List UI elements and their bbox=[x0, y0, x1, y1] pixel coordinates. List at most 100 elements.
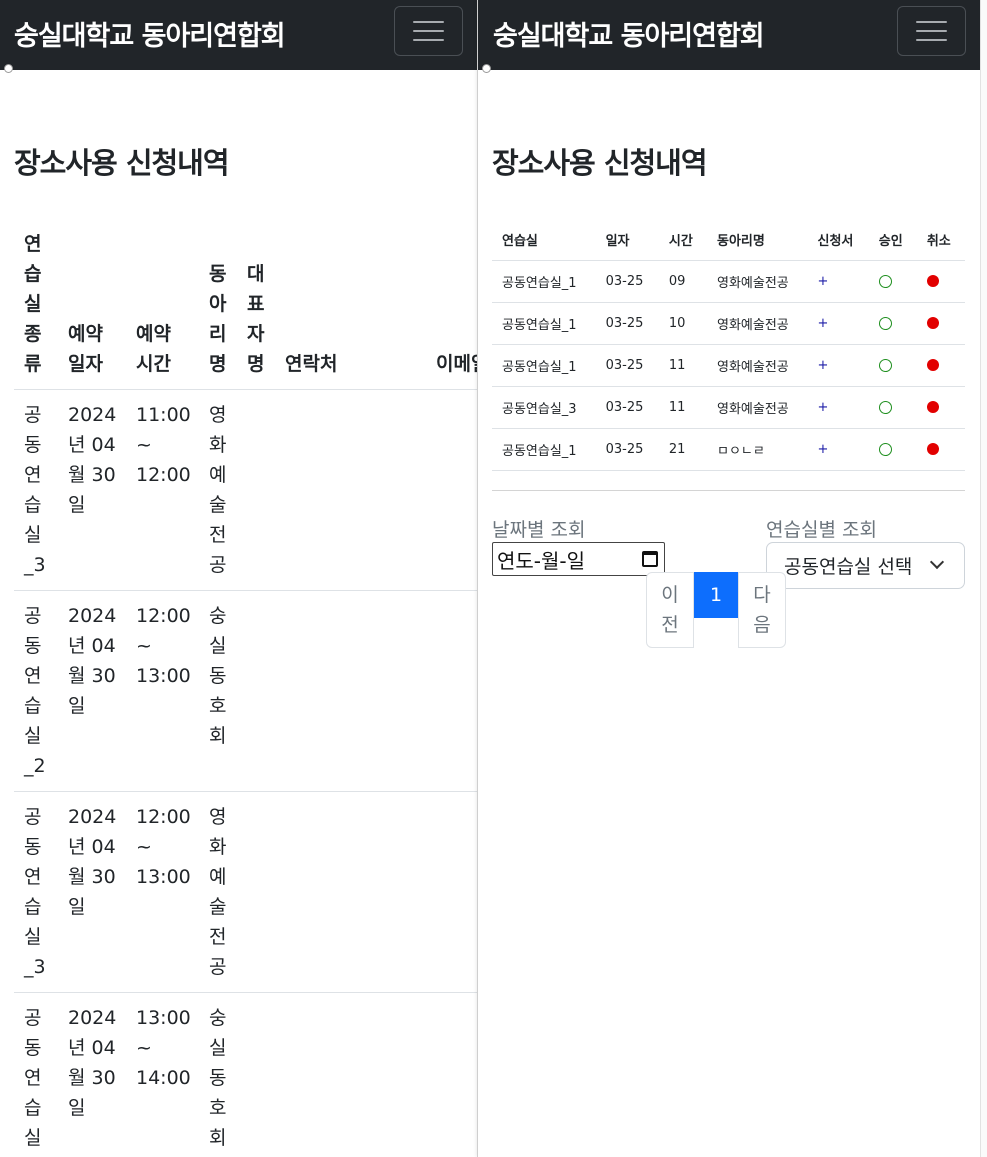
header-date: 예약 일자 bbox=[68, 323, 103, 375]
table-header: 연 습 실 종 류 예약 일자 예약 시간 동 아 리 명 대 표 자 명 연락… bbox=[14, 226, 477, 390]
cancel-dot-icon[interactable] bbox=[926, 359, 939, 371]
cell-room: 공 동 연 습 실 _2 bbox=[24, 605, 46, 777]
prev-page-button[interactable]: 이 전 bbox=[646, 572, 694, 648]
approve-circle-icon[interactable] bbox=[878, 400, 892, 414]
cancel-dot-icon[interactable] bbox=[926, 443, 939, 455]
brand-title[interactable]: 숭실대학교 동아리연합회 bbox=[493, 14, 765, 53]
radio-icon bbox=[4, 64, 13, 73]
cell-club: 영화예술전공 bbox=[707, 344, 808, 387]
pagination: 이 전 1 다 음 bbox=[646, 572, 786, 648]
cell-club: 영화예술전공 bbox=[707, 260, 808, 303]
header-rep: 대 표 자 명 bbox=[247, 263, 265, 375]
next-page-button[interactable]: 다 음 bbox=[738, 572, 786, 648]
cell-date: 03-25 bbox=[595, 302, 659, 345]
cell-date: 2024 년 04 월 30 일 bbox=[68, 605, 117, 717]
reservation-table: 연 습 실 종 류 예약 일자 예약 시간 동 아 리 명 대 표 자 명 연락… bbox=[14, 226, 477, 1157]
table-row: 공 동 연 습 실 _2 2024 년 04 월 30 일 12:00 ~ 13… bbox=[14, 591, 477, 792]
cell-time: 13:00 ~ 14:00 bbox=[136, 1007, 191, 1089]
header-room-type: 연 습 실 종 류 bbox=[24, 233, 42, 375]
cell-time: 10 bbox=[658, 302, 707, 345]
menu-toggle-button[interactable] bbox=[897, 6, 966, 56]
page-1-button[interactable]: 1 bbox=[694, 572, 738, 618]
cell-club: 숭 실 동 호 회 bbox=[209, 1007, 227, 1149]
cell-club: 영 화 예 술 전 공 bbox=[209, 806, 227, 978]
room-filter-label: 연습실별 조회 bbox=[766, 519, 877, 541]
header-time: 예약 시간 bbox=[136, 323, 171, 375]
date-placeholder: 연도-월-일 bbox=[497, 548, 586, 573]
page-title: 장소사용 신청내역 bbox=[492, 146, 708, 180]
header-contact: 연락처 bbox=[285, 353, 338, 375]
cancel-dot-icon[interactable] bbox=[926, 275, 939, 287]
header-date: 일자 bbox=[595, 220, 659, 261]
table-header-row: 연습실 일자 시간 동아리명 신청서 승인 취소 bbox=[492, 220, 965, 261]
navbar: 숭실대학교 동아리연합회 bbox=[478, 0, 980, 70]
room-filter-select[interactable]: 공동연습실 선택 bbox=[766, 542, 965, 589]
cell-time: 11:00 ~ 12:00 bbox=[136, 404, 191, 486]
form-plus-button[interactable]: + bbox=[818, 442, 829, 457]
page-title: 장소사용 신청내역 bbox=[14, 146, 230, 180]
header-club: 동아리명 bbox=[707, 220, 808, 261]
form-plus-button[interactable]: + bbox=[818, 274, 829, 289]
approve-circle-icon[interactable] bbox=[878, 274, 892, 288]
navbar: 숭실대학교 동아리연합회 bbox=[0, 0, 477, 70]
left-pane: 숭실대학교 동아리연합회 장소사용 신청내역 연 습 실 종 류 예약 일자 예… bbox=[0, 0, 477, 1157]
header-room: 연습실 bbox=[492, 220, 596, 261]
cancel-dot-icon[interactable] bbox=[926, 401, 939, 413]
header-email: 이메일 bbox=[436, 353, 477, 375]
radio-icon bbox=[482, 64, 491, 73]
cell-date: 2024 년 04 월 30 일 bbox=[68, 806, 117, 918]
cell-date: 03-25 bbox=[595, 386, 659, 429]
cell-date: 03-25 bbox=[595, 344, 659, 387]
cell-club: 숭 실 동 호 회 bbox=[209, 605, 227, 747]
form-plus-button[interactable]: + bbox=[818, 400, 829, 415]
cell-room: 공동연습실_3 bbox=[492, 386, 596, 429]
approve-circle-icon[interactable] bbox=[878, 358, 892, 372]
cell-room: 공 동 연 습 실 _3 bbox=[24, 806, 46, 978]
cell-room: 공동연습실_1 bbox=[492, 302, 596, 345]
table-row: 공동연습실_1 03-25 21 ㅁㅇㄴㄹ + bbox=[492, 428, 965, 471]
right-pane: 숭실대학교 동아리연합회 장소사용 신청내역 연습실 일자 시간 동아리명 신청… bbox=[477, 0, 980, 1157]
header-approve: 승인 bbox=[868, 220, 917, 261]
table-row: 공동연습실_1 03-25 09 영화예술전공 + bbox=[492, 260, 965, 303]
application-table: 연습실 일자 시간 동아리명 신청서 승인 취소 공동연습실_1 03-25 0… bbox=[492, 220, 965, 471]
form-plus-button[interactable]: + bbox=[818, 358, 829, 373]
room-select-value: 공동연습실 선택 bbox=[784, 556, 913, 578]
table-row: 공 동 연 습 실 _3 2024 년 04 월 30 일 11:00 ~ 12… bbox=[14, 390, 477, 591]
table-row: 공동연습실_1 03-25 11 영화예술전공 + bbox=[492, 344, 965, 387]
table-row: 공 동 연 습 실 2024 년 04 월 30 일 13:00 ~ 14:00… bbox=[14, 993, 477, 1157]
cell-time: 12:00 ~ 13:00 bbox=[136, 806, 191, 888]
approve-circle-icon[interactable] bbox=[878, 442, 892, 456]
cell-time: 11 bbox=[658, 344, 707, 387]
cell-time: 11 bbox=[658, 386, 707, 429]
cancel-dot-icon[interactable] bbox=[926, 317, 939, 329]
hamburger-icon bbox=[413, 21, 444, 23]
form-plus-button[interactable]: + bbox=[818, 316, 829, 331]
cell-time: 12:00 ~ 13:00 bbox=[136, 605, 191, 687]
date-filter-label: 날짜별 조회 bbox=[492, 519, 586, 541]
cell-time: 21 bbox=[658, 428, 707, 471]
cell-date: 03-25 bbox=[595, 260, 659, 303]
header-cancel: 취소 bbox=[916, 220, 965, 261]
cell-date: 2024 년 04 월 30 일 bbox=[68, 404, 117, 516]
cell-time: 09 bbox=[658, 260, 707, 303]
table-row: 공동연습실_1 03-25 10 영화예술전공 + bbox=[492, 302, 965, 345]
cell-room: 공 동 연 습 실 bbox=[24, 1007, 42, 1149]
cell-date: 2024 년 04 월 30 일 bbox=[68, 1007, 117, 1119]
approve-circle-icon[interactable] bbox=[878, 316, 892, 330]
adjacent-window-edge bbox=[980, 0, 987, 1157]
cell-room: 공동연습실_1 bbox=[492, 344, 596, 387]
cell-club: ㅁㅇㄴㄹ bbox=[707, 428, 808, 471]
cell-room: 공동연습실_1 bbox=[492, 260, 596, 303]
header-time: 시간 bbox=[658, 220, 707, 261]
calendar-icon[interactable] bbox=[642, 551, 658, 567]
table-row: 공동연습실_3 03-25 11 영화예술전공 + bbox=[492, 386, 965, 429]
header-form: 신청서 bbox=[807, 220, 869, 261]
chevron-down-icon bbox=[929, 554, 945, 570]
divider bbox=[492, 490, 965, 491]
brand-title[interactable]: 숭실대학교 동아리연합회 bbox=[14, 14, 286, 53]
cell-room: 공동연습실_1 bbox=[492, 428, 596, 471]
hamburger-icon bbox=[916, 21, 947, 23]
date-filter-input[interactable]: 연도-월-일 bbox=[492, 542, 665, 576]
menu-toggle-button[interactable] bbox=[394, 6, 463, 56]
cell-club: 영 화 예 술 전 공 bbox=[209, 404, 227, 576]
